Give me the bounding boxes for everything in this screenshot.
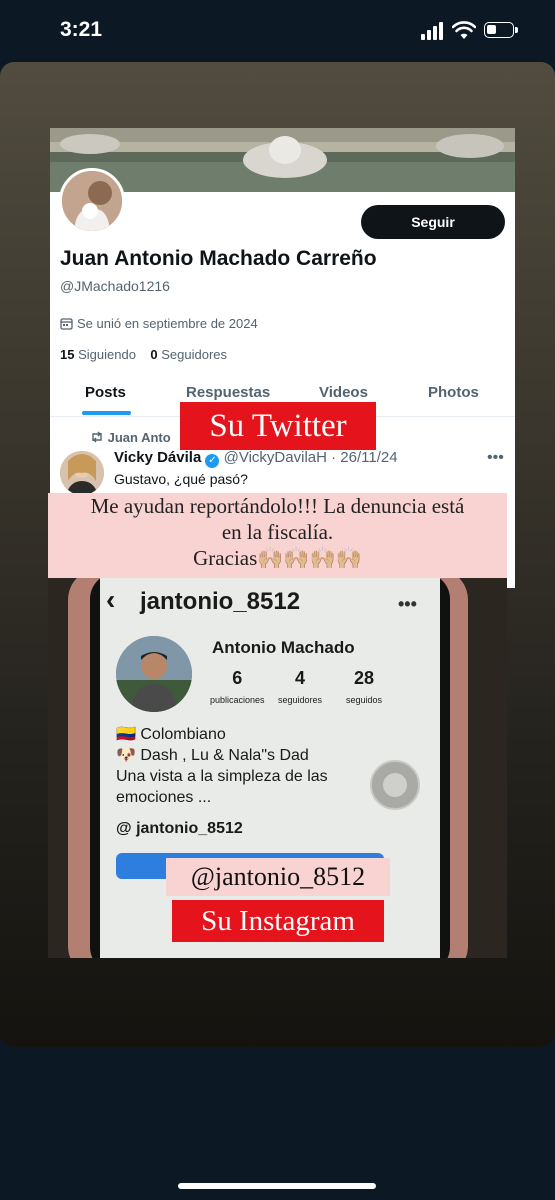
bio-line: emociones ... [116,789,212,806]
bio-line: 🇨🇴 Colombiano [116,726,226,743]
cellular-signal-icon [421,22,445,40]
followers-label: Seguidores [161,347,228,362]
calendar-icon [60,318,73,330]
following-link[interactable]: 15 Siguiendo [60,347,136,362]
message-line-2: en la fiscalía. [221,520,334,544]
home-indicator[interactable] [178,1183,376,1189]
ig-stat-following[interactable]: 28 seguidos [346,668,382,705]
instagram-name: Antonio Machado [212,638,355,657]
instagram-handle-caption: @jantonio_8512 [166,858,390,896]
back-arrow-icon[interactable]: ‹ [106,584,115,616]
message-line-1: Me ayudan reportándolo!!! La denuncia es… [90,494,465,518]
threads-handle: jantonio_8512 [136,820,243,837]
assistive-touch-icon[interactable] [370,760,420,810]
more-options-icon[interactable]: ••• [487,449,504,467]
tweet-author-avatar[interactable] [60,451,104,495]
profile-avatar[interactable] [59,168,125,234]
tweet-author-line: Vicky Dávila ✓ @VickyDavilaH · 26/11/24 [114,449,398,468]
tab-photos[interactable]: Photos [428,384,479,401]
profile-name: Juan Antonio Machado Carreño [60,247,377,270]
ig-following-label: seguidos [346,695,383,705]
followers-link[interactable]: 0 Seguidores [150,347,227,362]
status-bar: 3:21 [0,0,555,62]
status-time: 3:21 [60,18,103,41]
tab-posts[interactable]: Posts [85,384,126,401]
tweet-text: Gustavo, ¿qué pasó? [114,471,248,487]
instagram-more-icon[interactable]: ••• [398,594,417,615]
bio-line: 🐶 Dash , Lu & Nala"s Dad [116,747,309,764]
following-count: 15 [60,347,75,362]
message-line-3: Gracias🙌🏼🙌🏼🙌🏼🙌🏼 [193,546,362,570]
tweet-handle-date: @VickyDavilaH · 26/11/24 [223,449,398,466]
joined-date: Se unió en septiembre de 2024 [60,316,258,331]
bio-line: Una vista a la simpleza de las [116,768,328,785]
tab-respuestas[interactable]: Respuestas [186,384,270,401]
bottom-area [0,1047,555,1200]
ig-following-count: 28 [354,668,375,688]
profile-handle: @JMachado1216 [60,278,170,294]
active-tab-indicator [82,411,131,415]
posts-label: publicaciones [210,695,265,705]
instagram-caption-label: Su Instagram [172,900,384,942]
twitter-caption-label: Su Twitter [180,402,376,450]
story-message-banner: Me ayudan reportándolo!!! La denuncia es… [48,493,507,578]
ig-followers-label: seguidores [278,695,323,705]
threads-link[interactable]: @ jantonio_8512 [116,820,243,838]
verified-badge-icon: ✓ [205,454,220,468]
repost-icon [92,431,102,443]
repost-label: Juan Anto [107,430,171,445]
followers-count: 0 [150,347,158,362]
follow-button[interactable]: Seguir [361,205,505,239]
tab-videos[interactable]: Videos [319,384,368,401]
follow-stats: 15 Siguiendo 0 Seguidores [60,347,227,362]
instagram-handle-header: jantonio_8512 [140,588,301,615]
joined-text: Se unió en septiembre de 2024 [77,316,258,331]
ig-stat-posts[interactable]: 6 publicaciones [210,668,265,705]
instagram-avatar[interactable] [116,636,192,712]
wifi-icon [452,21,476,39]
tweet-author-name[interactable]: Vicky Dávila [114,449,201,466]
instagram-bio: 🇨🇴 Colombiano 🐶 Dash , Lu & Nala"s Dad U… [116,724,328,808]
posts-count: 6 [232,668,243,688]
following-label: Siguiendo [78,347,136,362]
ig-stat-followers[interactable]: 4 seguidores [278,668,322,705]
repost-indicator: Juan Anto [90,430,171,445]
threads-icon: @ [116,820,132,837]
ig-followers-count: 4 [295,668,306,688]
battery-icon [484,22,518,38]
